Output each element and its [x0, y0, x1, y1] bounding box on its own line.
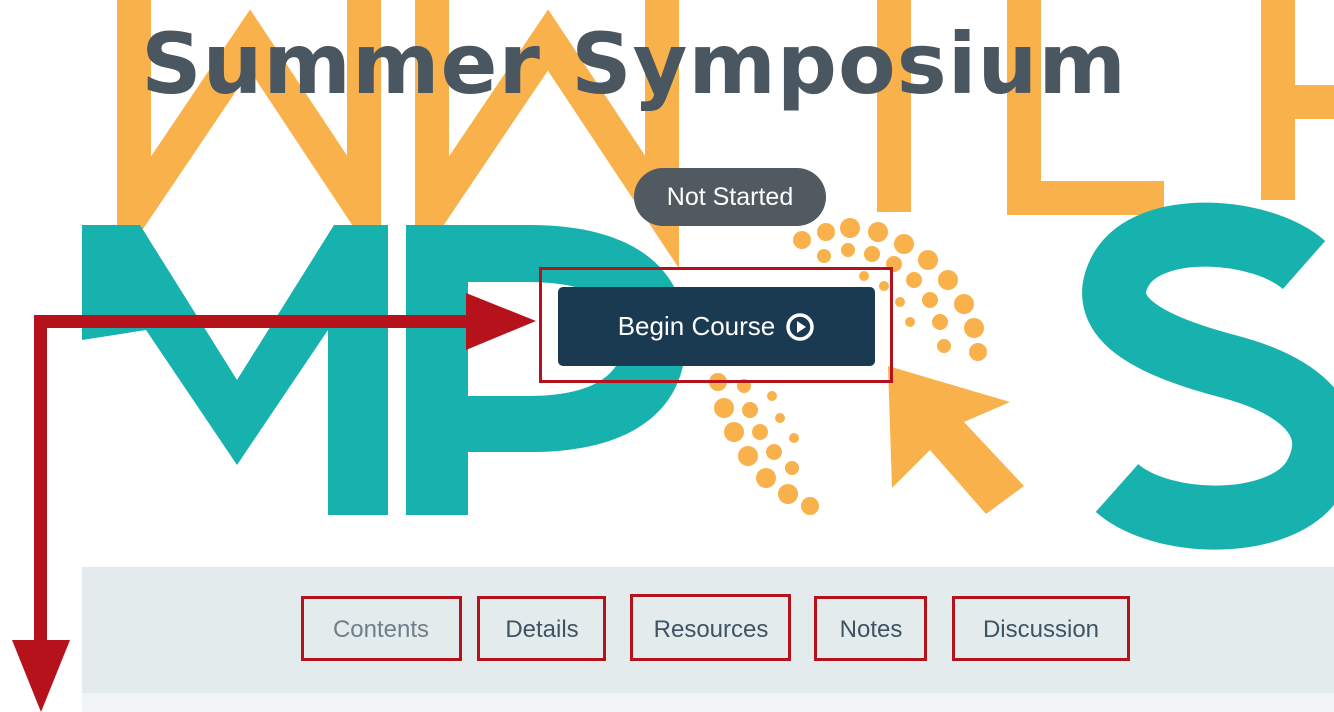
annotation-arrow-down-head: [12, 640, 70, 712]
tab-notes[interactable]: Notes: [817, 597, 925, 663]
hero-dotted-circle: [709, 218, 987, 515]
course-tab-bar: Contents Details Resources Notes Discuss…: [82, 567, 1334, 693]
tab-details[interactable]: Details: [480, 597, 604, 663]
annotation-arrow-vertical-line: [34, 315, 47, 647]
course-status-badge: Not Started: [634, 168, 826, 226]
begin-course-button[interactable]: Begin Course: [558, 287, 875, 366]
course-title: Summer Symposium: [141, 15, 1127, 113]
tab-discussion[interactable]: Discussion: [955, 597, 1127, 663]
course-page: Summer Symposium Not Started Begin Cours…: [0, 0, 1334, 712]
tab-content-area: [82, 693, 1334, 712]
play-circle-icon: [786, 312, 815, 341]
begin-course-label: Begin Course: [617, 311, 776, 341]
tab-resources[interactable]: Resources: [633, 597, 789, 663]
tab-contents[interactable]: Contents: [304, 597, 458, 663]
hero-teal-letters: [82, 202, 1334, 550]
hero-cursor-arrow: [888, 366, 1024, 514]
